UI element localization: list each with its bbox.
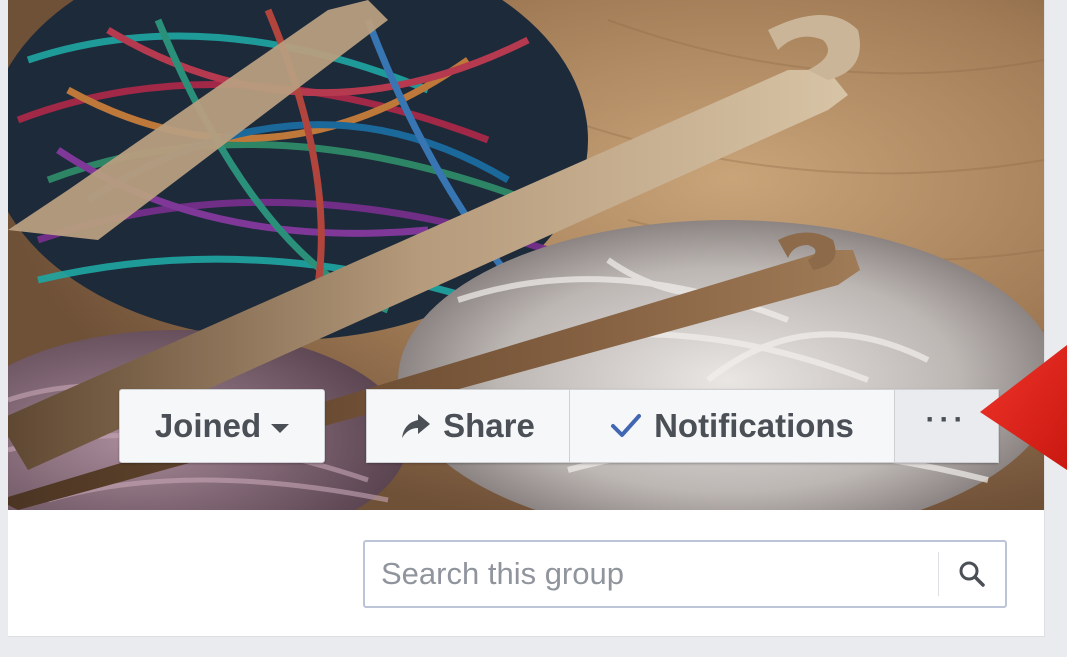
notifications-button[interactable]: Notifications — [570, 389, 895, 463]
group-action-bar: Share Notifications ··· — [366, 389, 999, 463]
search-input[interactable] — [365, 541, 938, 607]
share-label: Share — [443, 407, 535, 444]
chevron-down-icon — [271, 423, 290, 433]
search-icon — [959, 561, 985, 587]
group-search-box — [363, 540, 1007, 608]
group-header-card: Joined Share Notifications ··· — [8, 0, 1045, 637]
red-arrow-pointer — [980, 345, 1067, 470]
joined-button[interactable]: Joined — [119, 389, 325, 463]
more-dots-icon: ··· — [925, 403, 968, 436]
checkmark-icon — [610, 413, 642, 439]
share-button[interactable]: Share — [366, 389, 570, 463]
share-arrow-icon — [401, 413, 431, 439]
search-button[interactable] — [939, 542, 1005, 606]
joined-label: Joined — [154, 407, 262, 444]
notifications-label: Notifications — [654, 407, 854, 444]
